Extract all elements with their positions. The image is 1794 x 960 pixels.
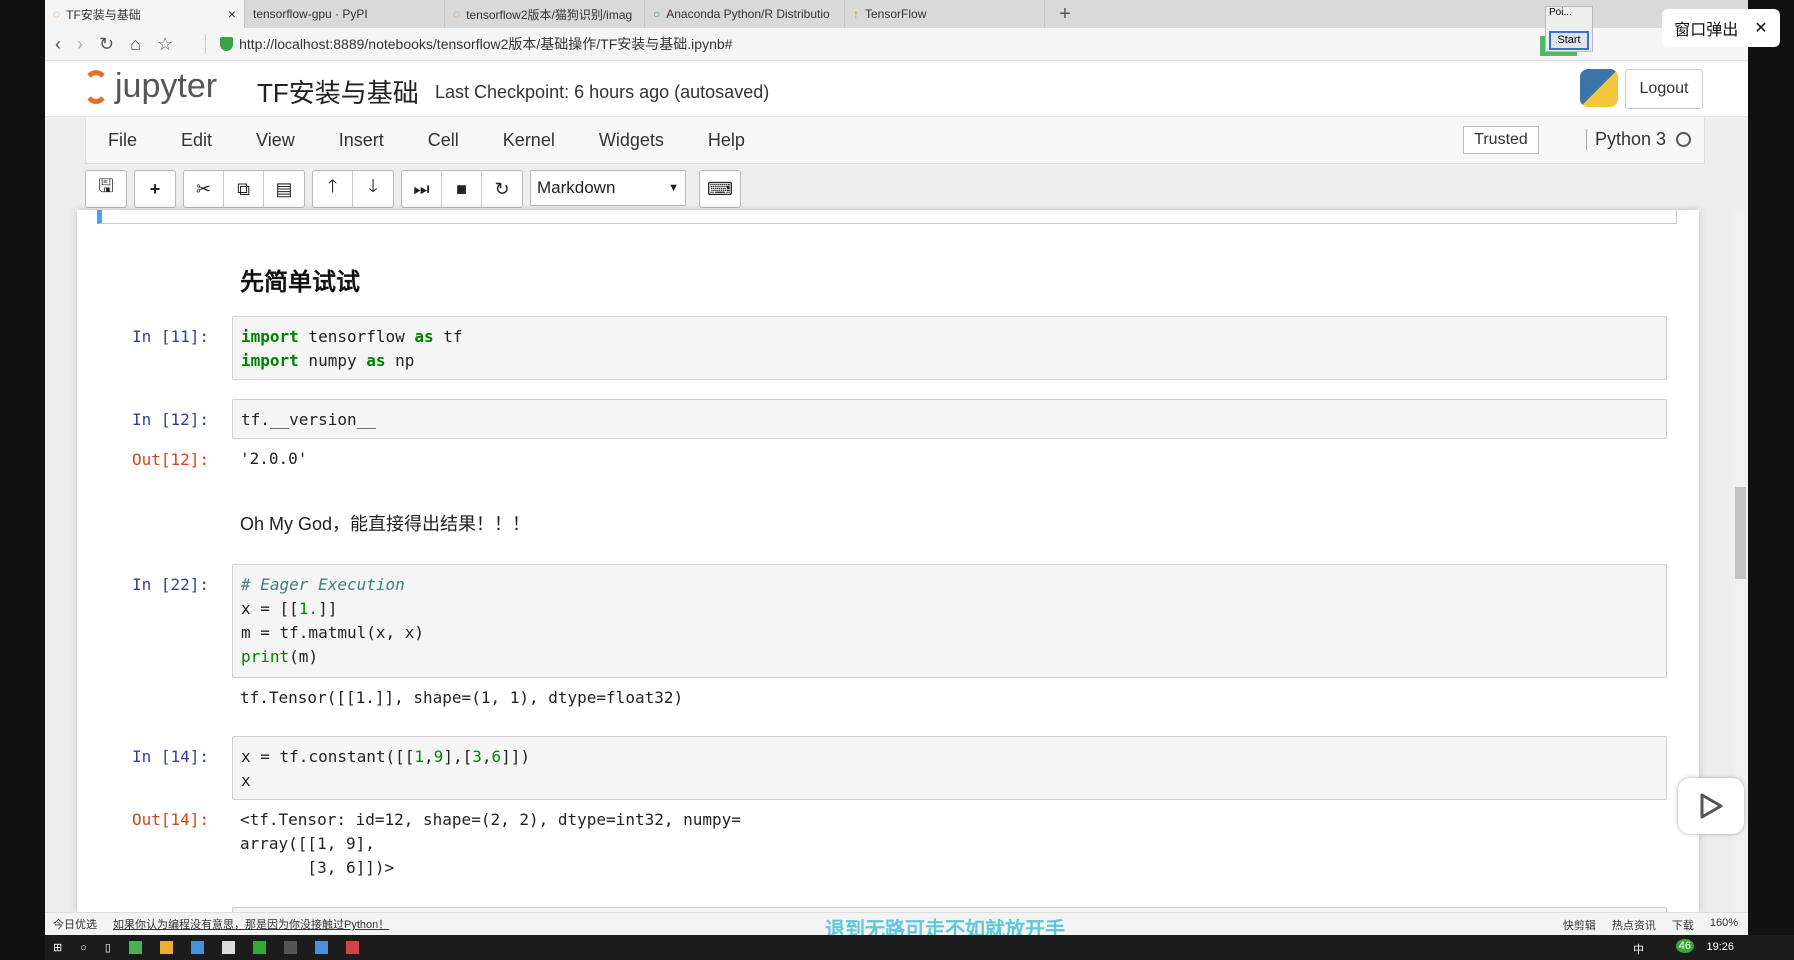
search-icon[interactable]: ○ (80, 942, 87, 954)
close-tab-icon[interactable]: × (228, 6, 236, 22)
notebook-title[interactable]: TF安装与基础 (257, 73, 419, 110)
menu-edit[interactable]: Edit (181, 130, 212, 151)
news-link[interactable]: 如果你认为编程没有意思，那是因为你没接触过Python！ (113, 916, 389, 932)
download-link[interactable]: 下载 (1672, 917, 1694, 933)
today-picks-link[interactable]: 今日优选 (53, 916, 97, 932)
jupyter-favicon-icon: ◌ (453, 7, 461, 21)
task-view-icon[interactable]: ▯ (105, 941, 111, 954)
menu-view[interactable]: View (256, 130, 295, 151)
scrollbar-thumb[interactable] (1735, 487, 1746, 579)
kernel-idle-icon (1676, 132, 1692, 147)
code-cell-22[interactable]: # Eager Execution x = [[1.]] m = tf.matm… (232, 564, 1667, 678)
code-cell-14[interactable]: x = tf.constant([[1,9],[3,6]]) x (232, 736, 1667, 800)
clock: 19:26 (1706, 941, 1734, 953)
copy-icon[interactable]: ⧉ (224, 171, 264, 207)
output-text: tf.Tensor([[1.]], shape=(1, 1), dtype=fl… (240, 688, 684, 707)
menu-file[interactable]: File (108, 130, 137, 151)
menu-kernel[interactable]: Kernel (503, 130, 555, 151)
cell-type-select[interactable]: Markdown ▼ (530, 170, 686, 206)
logout-button[interactable]: Logout (1625, 69, 1703, 109)
menu-help[interactable]: Help (708, 130, 745, 151)
markdown-text: Oh My God，能直接得出结果！！！ (240, 514, 531, 534)
app-icon[interactable] (345, 941, 359, 954)
jupyter-favicon-icon: ◌ (53, 7, 61, 21)
output-text: '2.0.0' (240, 449, 308, 468)
code-cell-11[interactable]: import tensorflow as tf import numpy as … (232, 316, 1667, 380)
app-icon[interactable] (314, 941, 328, 954)
markdown-heading: 先简单试试 (240, 269, 360, 296)
move-down-icon[interactable]: 🡓 (353, 171, 393, 207)
url-input[interactable]: http://localhost:8889/notebooks/tensorfl… (205, 34, 732, 54)
tensorflow-icon: ↑ (853, 7, 859, 21)
secure-shield-icon (220, 37, 234, 51)
selected-cell[interactable] (97, 210, 1677, 224)
move-up-icon[interactable]: 🡑 (313, 171, 353, 207)
code-cell-12[interactable]: tf.__version__ (232, 399, 1667, 439)
menu-insert[interactable]: Insert (339, 130, 384, 151)
hot-news-link[interactable]: 热点资讯 (1612, 917, 1656, 933)
app-icon[interactable] (221, 941, 235, 954)
window-popup-bar[interactable]: 窗口弹出 ✕ (1662, 9, 1780, 47)
menu-widgets[interactable]: Widgets (599, 130, 664, 151)
save-icon[interactable]: 🖫 (86, 171, 126, 207)
toolbar: 🖫 + ✂ ⧉ ▤ 🡑 🡓 ⏭ ■ ↻ Markdown ▼ ⌨ (85, 170, 741, 208)
restart-icon[interactable]: ↻ (482, 171, 522, 207)
add-cell-icon[interactable]: + (135, 171, 175, 207)
app-icon[interactable] (252, 941, 266, 954)
kernel-indicator: Python 3 (1586, 129, 1692, 150)
jupyter-header: jupyter TF安装与基础 Last Checkpoint: 6 hours… (45, 61, 1748, 117)
checkpoint-status: Last Checkpoint: 6 hours ago (autosaved) (435, 82, 770, 102)
menu-cell[interactable]: Cell (428, 130, 459, 151)
app-icon[interactable] (283, 941, 297, 954)
stop-icon[interactable]: ■ (442, 171, 482, 207)
browser-tab-bar: ◌ TF安装与基础 × tensorflow-gpu · PyPI ◌ tensorf… (45, 0, 1748, 28)
app-icon[interactable] (128, 941, 142, 954)
notification-badge[interactable]: 46 (1675, 939, 1694, 953)
start-button[interactable]: Start (1549, 31, 1589, 50)
folder-icon[interactable] (159, 941, 173, 954)
close-icon[interactable]: ✕ (1754, 18, 1767, 38)
python-logo-icon (1580, 69, 1618, 107)
tab-tensorflow[interactable]: ↑ TensorFlow (845, 0, 1045, 28)
tab-catdog[interactable]: ◌ tensorflow2版本/猫狗识别/imag (445, 0, 645, 28)
tab-tf-basics[interactable]: ◌ TF安装与基础 × (45, 0, 245, 28)
address-bar-row: ‹ › ↻ ⌂ ☆ http://localhost:8889/notebooks/te… (45, 28, 1748, 61)
tab-anaconda[interactable]: ○ Anaconda Python/R Distributio (645, 0, 845, 28)
run-icon[interactable]: ⏭ (402, 171, 442, 207)
app-icon[interactable] (190, 941, 204, 954)
mini-popup: Poi... Start (1545, 6, 1593, 52)
anaconda-icon: ○ (653, 7, 661, 21)
notebook-container: 先简单试试 In [11]: import tensorflow as tf i… (77, 210, 1699, 912)
forward-icon[interactable]: › (77, 34, 83, 55)
back-icon[interactable]: ‹ (55, 34, 61, 55)
star-icon[interactable]: ☆ (157, 34, 173, 55)
quick-edit-link[interactable]: 快剪辑 (1563, 917, 1596, 933)
menu-bar: File Edit View Insert Cell Kernel Widget… (85, 117, 1705, 164)
keyboard-icon[interactable]: ⌨ (700, 171, 740, 207)
home-icon[interactable]: ⌂ (130, 34, 141, 55)
tab-pypi[interactable]: tensorflow-gpu · PyPI (245, 0, 445, 28)
trusted-button[interactable]: Trusted (1463, 126, 1539, 154)
play-button[interactable] (1678, 778, 1744, 834)
zoom-level[interactable]: 160% (1710, 917, 1738, 933)
chevron-down-icon: ▼ (668, 182, 679, 194)
jupyter-logo[interactable]: jupyter (83, 67, 217, 106)
paste-icon[interactable]: ▤ (264, 171, 304, 207)
cut-icon[interactable]: ✂ (184, 171, 224, 207)
output-text: <tf.Tensor: id=12, shape=(2, 2), dtype=i… (240, 810, 741, 877)
new-tab-button[interactable]: + (1045, 0, 1085, 28)
windows-taskbar: ⊞ ○ ▯ 中 46 19:26 (45, 935, 1794, 960)
play-icon (1700, 793, 1723, 819)
browser-status-bar: 今日优选 如果你认为编程没有意思，那是因为你没接触过Python！ 退到无路可走… (45, 912, 1748, 941)
windows-start-icon[interactable]: ⊞ (53, 941, 62, 954)
reload-icon[interactable]: ↻ (99, 34, 114, 55)
ime-indicator[interactable]: 中 (1633, 941, 1644, 957)
